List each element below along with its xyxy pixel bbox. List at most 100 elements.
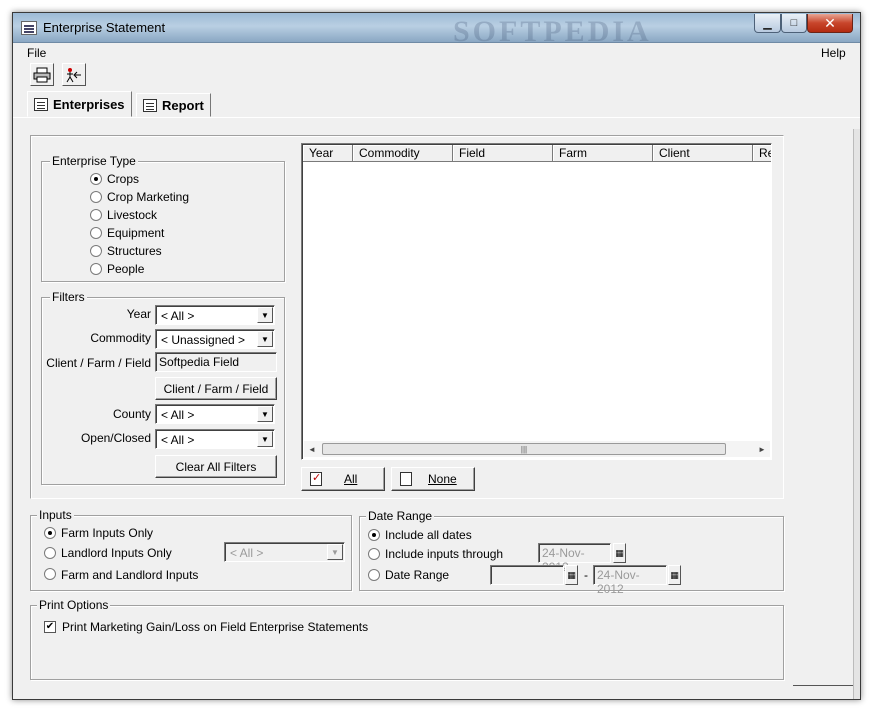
print-marketing-checkbox[interactable]: ✔ — [44, 621, 56, 633]
radio-livestock-label: Livestock — [107, 208, 158, 222]
county-select[interactable]: < All > ▼ — [155, 404, 275, 424]
column-header-commodity[interactable]: Commodity — [353, 145, 453, 162]
chevron-down-icon[interactable]: ▼ — [257, 331, 273, 347]
radio-equipment-label: Equipment — [107, 226, 165, 240]
calendar-icon: ▦ — [615, 547, 624, 558]
tab-report[interactable]: Report — [136, 93, 211, 117]
title-bar[interactable]: Enterprise Statement SOFTPEDIA ▁ □ ✕ — [13, 13, 860, 48]
radio-people-label: People — [107, 262, 145, 276]
year-select-value: < All > — [161, 309, 195, 323]
radio-include-inputs-through[interactable] — [368, 548, 380, 560]
select-all-button[interactable]: All — [301, 467, 385, 491]
print-button[interactable] — [30, 63, 54, 86]
radio-equipment[interactable] — [90, 227, 102, 239]
tab-strip-divider — [13, 117, 860, 118]
radio-crop-marketing-label: Crop Marketing — [107, 190, 190, 204]
radio-farm-inputs-only[interactable] — [44, 527, 56, 539]
close-button[interactable]: ✕ — [807, 14, 853, 33]
scrollbar-grip: ||| — [520, 444, 528, 454]
exit-icon — [66, 67, 81, 82]
radio-date-range[interactable] — [368, 569, 380, 581]
calendar-icon: ▦ — [670, 569, 679, 580]
column-header-year[interactable]: Year — [303, 145, 353, 162]
exit-button[interactable] — [62, 63, 86, 86]
chevron-down-icon[interactable]: ▼ — [257, 406, 273, 422]
radio-landlord-inputs-only[interactable] — [44, 547, 56, 559]
range-end-field[interactable]: 24-Nov-2012 — [593, 565, 667, 596]
document-icon — [400, 472, 412, 486]
radio-crops-label: Crops — [107, 172, 140, 186]
checked-document-icon — [310, 471, 322, 486]
menu-bar: File Help — [13, 44, 860, 62]
scroll-left-icon[interactable]: ◄ — [304, 441, 320, 457]
checkmark-icon: ✔ — [45, 621, 55, 632]
client-farm-field-value: Softpedia Field — [155, 352, 277, 372]
through-date-field[interactable]: 24-Nov-2012 — [538, 543, 611, 574]
radio-farm-inputs-only-label: Farm Inputs Only — [61, 526, 154, 540]
county-select-value: < All > — [161, 408, 195, 422]
enterprises-tab-icon — [34, 97, 48, 111]
column-header-field[interactable]: Field — [453, 145, 553, 162]
radio-farm-and-landlord-inputs-label: Farm and Landlord Inputs — [61, 568, 199, 582]
menu-help[interactable]: Help — [821, 46, 846, 60]
client-farm-field-label: Client / Farm / Field — [46, 356, 151, 370]
client-farm-field-button[interactable]: Client / Farm / Field — [155, 377, 277, 400]
filters-title: Filters — [50, 290, 87, 304]
printer-icon — [33, 67, 51, 82]
enterprise-type-options: Crops Crop Marketing Livestock Equipment… — [90, 172, 230, 282]
tab-enterprises[interactable]: Enterprises — [27, 91, 132, 117]
landlord-select-value: < All > — [230, 546, 264, 560]
enterprise-type-title: Enterprise Type — [50, 154, 138, 168]
range-start-calendar-button[interactable]: ▦ — [565, 565, 578, 585]
clear-all-filters-label: Clear All Filters — [175, 459, 257, 474]
enterprise-statement-window: Enterprise Statement SOFTPEDIA ▁ □ ✕ Fil… — [12, 12, 861, 700]
column-header-re[interactable]: Re — [753, 145, 771, 162]
radio-farm-and-landlord-inputs[interactable] — [44, 568, 56, 580]
chevron-down-icon[interactable]: ▼ — [257, 307, 273, 323]
tab-report-label: Report — [162, 97, 204, 113]
enterprise-list[interactable]: Year Commodity Field Farm Client Re ◄ ||… — [301, 143, 772, 460]
radio-include-all-dates-label: Include all dates — [385, 528, 472, 542]
inputs-title: Inputs — [37, 508, 74, 522]
range-end-calendar-button[interactable]: ▦ — [668, 565, 681, 585]
year-select[interactable]: < All > ▼ — [155, 305, 275, 325]
radio-structures[interactable] — [90, 245, 102, 257]
column-header-client[interactable]: Client — [653, 145, 753, 162]
scrollbar-thumb[interactable]: ||| — [322, 443, 726, 455]
through-date-calendar-button[interactable]: ▦ — [613, 543, 626, 563]
print-options-group: Print Options — [30, 598, 784, 680]
range-start-field[interactable] — [490, 565, 564, 585]
menu-file[interactable]: File — [27, 46, 46, 60]
print-marketing-label: Print Marketing Gain/Loss on Field Enter… — [62, 620, 369, 634]
open-closed-label: Open/Closed — [80, 431, 151, 445]
select-none-button[interactable]: None — [391, 467, 475, 491]
app-icon — [21, 21, 37, 35]
chevron-down-icon[interactable]: ▼ — [257, 431, 273, 447]
range-separator: - — [584, 568, 588, 582]
window-right-edge — [853, 129, 860, 699]
clear-all-filters-button[interactable]: Clear All Filters — [155, 455, 277, 478]
scroll-right-icon[interactable]: ► — [754, 441, 770, 457]
chevron-down-icon[interactable]: ▼ — [327, 544, 343, 560]
radio-landlord-inputs-only-label: Landlord Inputs Only — [61, 546, 172, 560]
radio-livestock[interactable] — [90, 209, 102, 221]
commodity-select[interactable]: < Unassigned > ▼ — [155, 329, 275, 349]
open-closed-select[interactable]: < All > ▼ — [155, 429, 275, 449]
window-title: Enterprise Statement — [43, 20, 166, 35]
print-options-title: Print Options — [37, 598, 111, 612]
column-header-farm[interactable]: Farm — [553, 145, 653, 162]
report-tab-icon — [143, 98, 157, 112]
maximize-button[interactable]: □ — [781, 14, 807, 33]
date-range-title: Date Range — [366, 509, 435, 523]
radio-include-all-dates[interactable] — [368, 529, 380, 541]
maximize-icon: □ — [790, 17, 798, 29]
radio-crop-marketing[interactable] — [90, 191, 102, 203]
radio-structures-label: Structures — [107, 244, 162, 258]
horizontal-scrollbar[interactable]: ◄ ||| ► — [304, 441, 770, 457]
radio-crops[interactable] — [90, 173, 102, 185]
minimize-button[interactable]: ▁ — [754, 14, 781, 33]
radio-people[interactable] — [90, 263, 102, 275]
landlord-select[interactable]: < All > ▼ — [224, 542, 345, 562]
commodity-select-value: < Unassigned > — [161, 333, 246, 347]
radio-include-inputs-through-label: Include inputs through — [385, 547, 504, 561]
